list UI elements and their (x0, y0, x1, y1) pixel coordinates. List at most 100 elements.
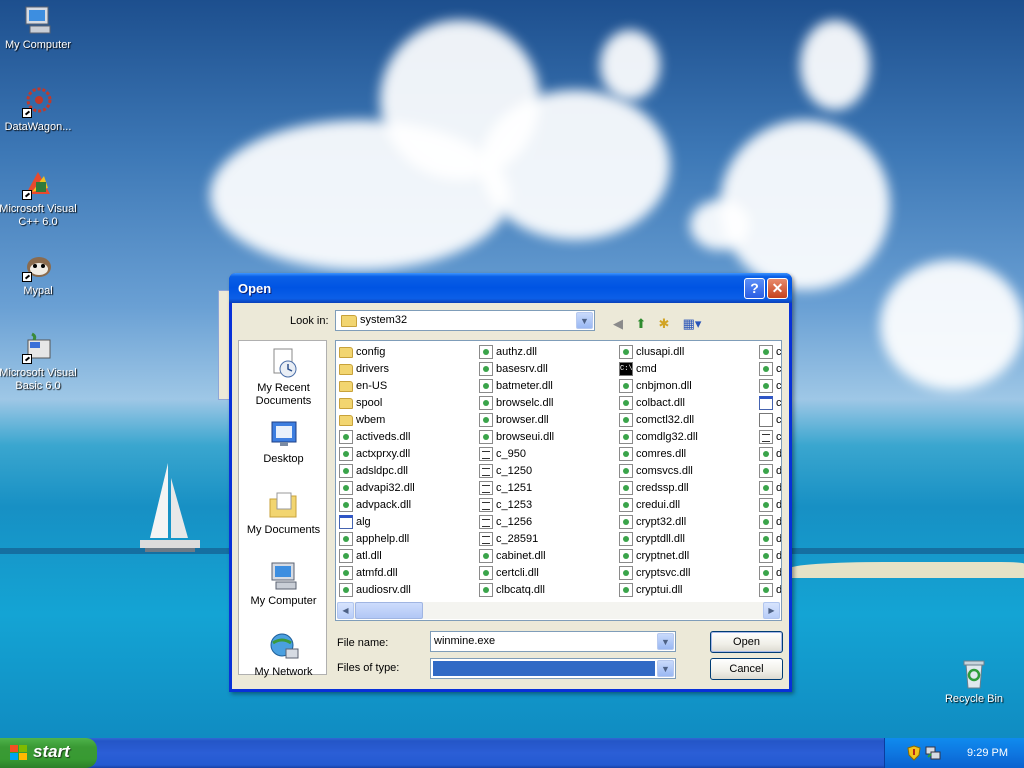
open-button[interactable]: Open (710, 631, 783, 653)
desktop-icon-my-computer[interactable]: My Computer (0, 4, 78, 52)
file-item[interactable]: cryptdll.dll (618, 531, 698, 548)
place-my-network[interactable]: My Network (239, 631, 328, 679)
file-item[interactable]: alg (338, 514, 415, 531)
dll-file-icon (479, 566, 493, 580)
file-item[interactable]: cabinet.dll (478, 548, 554, 565)
chevron-down-icon[interactable]: ▼ (576, 312, 593, 329)
place-my-documents[interactable]: My Documents (239, 489, 328, 537)
file-item[interactable]: batmeter.dll (478, 378, 554, 395)
look-in-combo[interactable]: system32 ▼ (335, 310, 595, 331)
file-item[interactable]: cs (758, 395, 781, 412)
cancel-button[interactable]: Cancel (710, 658, 783, 680)
file-item[interactable]: credui.dll (618, 497, 698, 514)
file-item[interactable]: advpack.dll (338, 497, 415, 514)
file-item[interactable]: cs (758, 378, 781, 395)
desktop-icon-datawagon[interactable]: DataWagon... (0, 86, 78, 134)
desktop-icon-visual-cpp[interactable]: Microsoft Visual C++ 6.0 (0, 168, 78, 229)
place-my-computer[interactable]: My Computer (239, 560, 328, 608)
file-item[interactable]: dh (758, 463, 782, 480)
file-item[interactable]: spool (338, 395, 415, 412)
file-item[interactable]: clbcatq.dll (478, 582, 554, 599)
place-desktop[interactable]: Desktop (239, 418, 328, 466)
file-item[interactable]: adsldpc.dll (338, 463, 415, 480)
file-item[interactable]: da (758, 446, 781, 463)
file-item[interactable]: di (758, 497, 781, 514)
file-item[interactable]: c_1250 (478, 463, 554, 480)
file-item[interactable]: do (758, 565, 781, 582)
file-name: actxprxy.dll (356, 448, 411, 460)
back-icon[interactable]: ◀ (608, 314, 628, 334)
scroll-left-icon[interactable]: ◀ (337, 602, 354, 619)
up-folder-icon[interactable]: ⬆ (631, 314, 651, 334)
file-item[interactable]: c_28591 (478, 531, 554, 548)
file-item[interactable]: dr (758, 548, 781, 565)
file-item[interactable]: atl.dll (338, 548, 415, 565)
file-item[interactable]: dr (758, 514, 781, 531)
files-of-type-combo[interactable]: ▼ (430, 658, 676, 679)
desktop-icon-visual-basic[interactable]: Microsoft Visual Basic 6.0 (0, 332, 78, 393)
file-item[interactable]: advapi32.dll (338, 480, 415, 497)
nls-file-icon (479, 481, 493, 495)
file-item[interactable]: c_950 (478, 446, 554, 463)
file-name-combo[interactable]: winmine.exe ▼ (430, 631, 676, 652)
file-item[interactable]: colbact.dll (618, 395, 698, 412)
file-item[interactable]: en-US (338, 378, 415, 395)
file-item[interactable]: dh (758, 480, 781, 497)
file-item[interactable]: ct (758, 429, 781, 446)
file-item[interactable]: c_1256 (478, 514, 554, 531)
file-item[interactable]: cs (758, 361, 781, 378)
file-item[interactable]: cryptui.dll (618, 582, 698, 599)
file-item[interactable]: comsvcs.dll (618, 463, 698, 480)
file-item[interactable]: audiosrv.dll (338, 582, 415, 599)
file-item[interactable]: ct (758, 412, 781, 429)
scrollbar-thumb[interactable] (355, 602, 423, 619)
new-folder-icon[interactable]: ✱ (654, 314, 674, 334)
file-item[interactable]: apphelp.dll (338, 531, 415, 548)
file-item[interactable]: cryptnet.dll (618, 548, 698, 565)
chevron-down-icon[interactable]: ▼ (657, 633, 674, 650)
file-item[interactable]: drivers (338, 361, 415, 378)
file-item[interactable]: activeds.dll (338, 429, 415, 446)
file-item[interactable]: comctl32.dll (618, 412, 698, 429)
file-item[interactable]: comres.dll (618, 446, 698, 463)
start-button[interactable]: start (0, 738, 97, 768)
file-item[interactable]: config (338, 344, 415, 361)
file-item[interactable]: c_1251 (478, 480, 554, 497)
file-item[interactable]: credssp.dll (618, 480, 698, 497)
file-item[interactable]: browser.dll (478, 412, 554, 429)
place-my-recent-documents[interactable]: My Recent Documents (239, 347, 328, 408)
file-item[interactable]: basesrv.dll (478, 361, 554, 378)
file-item[interactable]: certcli.dll (478, 565, 554, 582)
views-menu-icon[interactable]: ▦▾ (679, 314, 705, 334)
file-item[interactable]: clusapi.dll (618, 344, 698, 361)
file-item[interactable]: authz.dll (478, 344, 554, 361)
close-button[interactable]: ✕ (767, 278, 788, 299)
desktop-icon-mypal[interactable]: Mypal (0, 250, 78, 298)
file-item[interactable]: comdlg32.dll (618, 429, 698, 446)
scroll-right-icon[interactable]: ▶ (763, 602, 780, 619)
clock[interactable]: 9:29 PM (967, 747, 1008, 759)
network-status-icon[interactable] (925, 745, 941, 761)
file-item[interactable]: browseui.dll (478, 429, 554, 446)
file-item[interactable]: cnbjmon.dll (618, 378, 698, 395)
file-item[interactable]: cryptsvc.dll (618, 565, 698, 582)
file-item[interactable]: wbem (338, 412, 415, 429)
file-name: dh (776, 465, 782, 477)
file-item[interactable]: atmfd.dll (338, 565, 415, 582)
file-item[interactable]: crypt32.dll (618, 514, 698, 531)
security-shield-icon[interactable] (907, 745, 921, 761)
desktop-icon-recycle-bin[interactable]: Recycle Bin (934, 658, 1014, 706)
file-item[interactable]: actxprxy.dll (338, 446, 415, 463)
help-button[interactable]: ? (744, 278, 765, 299)
file-item[interactable]: cs (758, 344, 781, 361)
chevron-down-icon[interactable]: ▼ (657, 660, 674, 677)
file-item[interactable]: c_1253 (478, 497, 554, 514)
file-item[interactable]: C:\ cmd (618, 361, 698, 378)
file-name: en-US (356, 380, 388, 392)
file-item[interactable]: do (758, 582, 781, 599)
file-list[interactable]: config drivers en-US spool wbem activeds.dll a… (335, 340, 782, 621)
file-item[interactable]: browselc.dll (478, 395, 554, 412)
dialog-titlebar[interactable]: Open ? ✕ (229, 273, 792, 303)
file-item[interactable]: dr (758, 531, 781, 548)
horizontal-scrollbar[interactable]: ◀ ▶ (337, 602, 780, 619)
